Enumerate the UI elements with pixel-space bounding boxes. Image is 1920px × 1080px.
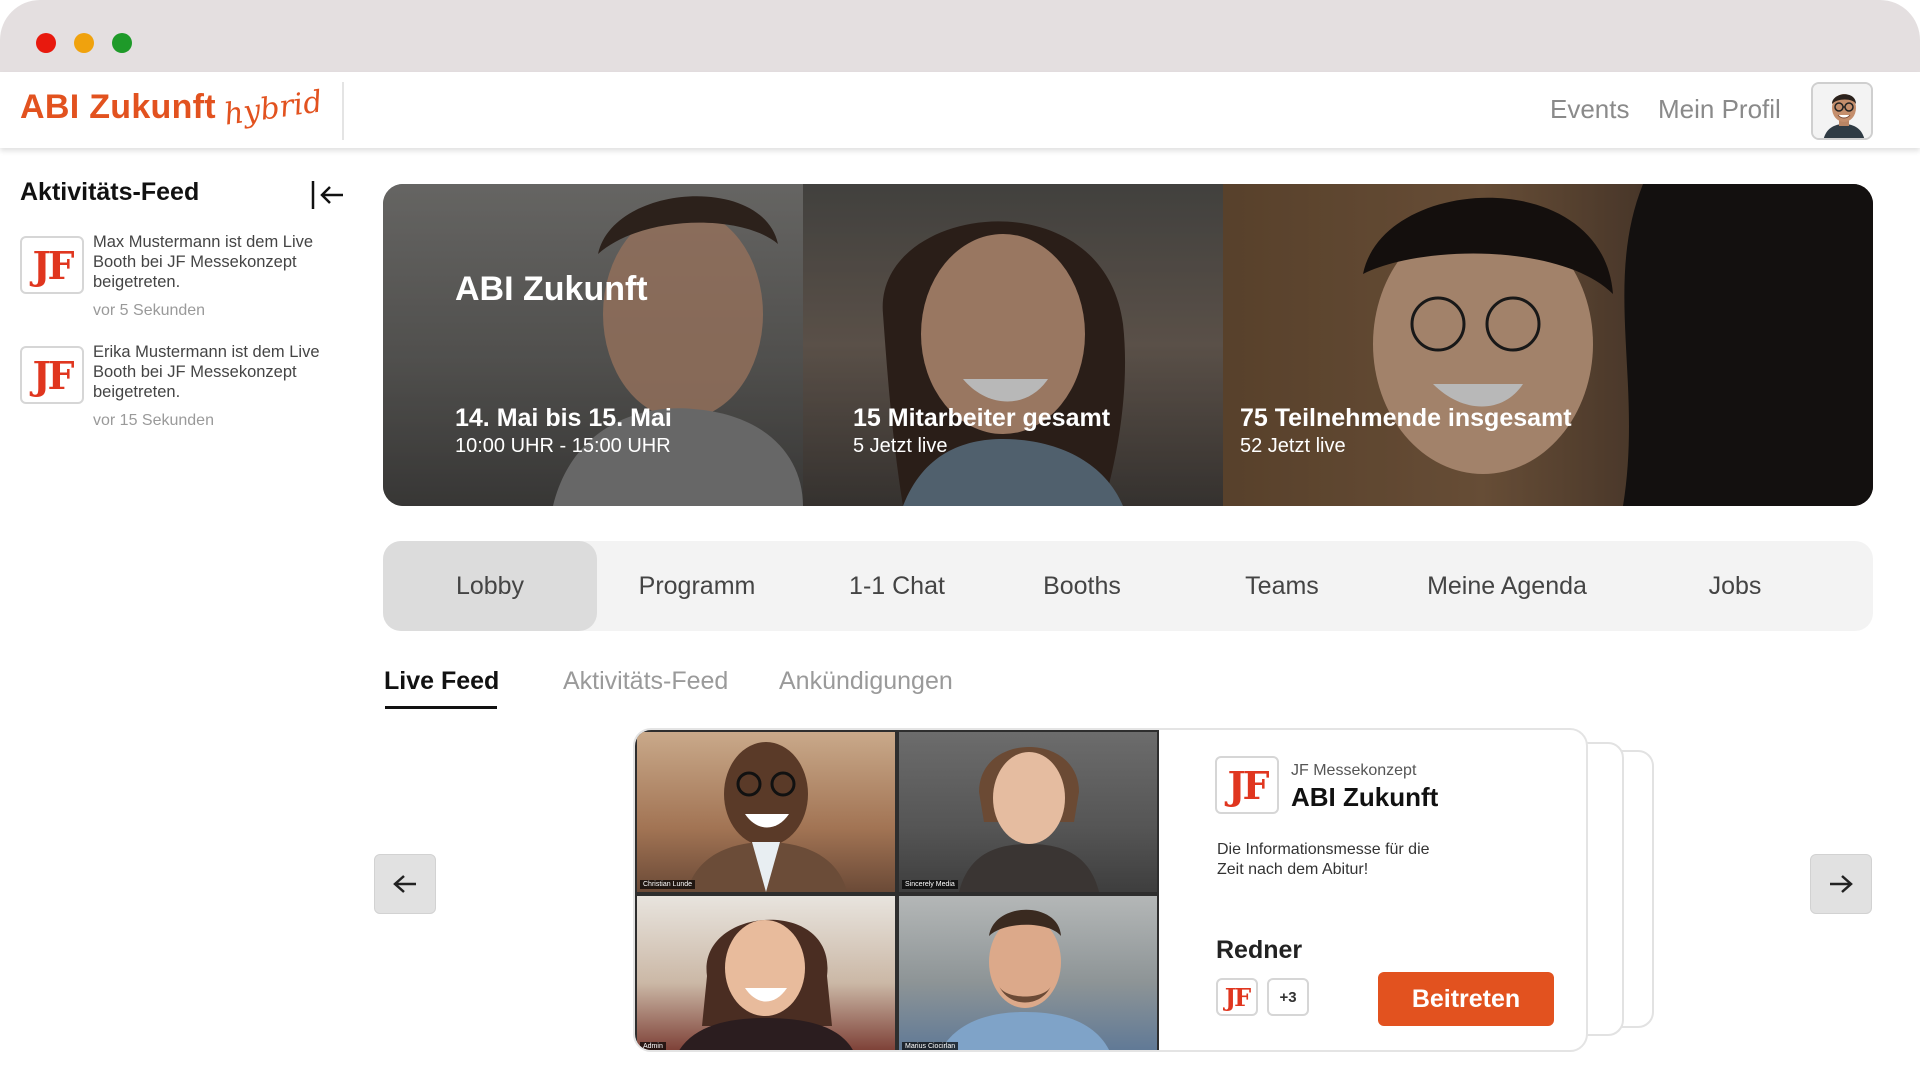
- feed-item[interactable]: JF Erika Mustermann ist dem Live Booth b…: [20, 343, 340, 436]
- collapse-sidebar-button[interactable]: [310, 178, 346, 212]
- banner-title: ABI Zukunft: [455, 270, 648, 308]
- feed-item-text: Erika Mustermann ist dem Live Booth bei …: [93, 343, 320, 401]
- logo-main-text: ABI Zukunft: [20, 88, 216, 126]
- window-titlebar: [0, 0, 1920, 72]
- sidebar-title: Aktivitäts-Feed: [20, 178, 200, 206]
- window-maximize-button[interactable]: [112, 33, 132, 53]
- carousel-prev-button[interactable]: [374, 854, 436, 914]
- tab-meine-agenda[interactable]: Meine Agenda: [1397, 541, 1617, 631]
- event-description: Die Informationsmesse für die Zeit nach …: [1217, 841, 1430, 878]
- tab-chat[interactable]: 1-1 Chat: [797, 541, 997, 631]
- user-avatar-icon: [1813, 84, 1871, 138]
- collapse-left-icon: [311, 181, 343, 209]
- live-session-card[interactable]: Christian Lunde Sincerely Media Admin Ma…: [633, 728, 1588, 1052]
- carousel-next-button[interactable]: [1810, 854, 1872, 914]
- arrow-right-icon: [1830, 875, 1853, 893]
- subtab-live-feed[interactable]: Live Feed: [384, 667, 499, 696]
- subtab-ankuendigungen[interactable]: Ankündigungen: [779, 667, 953, 696]
- event-name: ABI Zukunft: [1291, 782, 1439, 812]
- join-button[interactable]: Beitreten: [1378, 972, 1554, 1026]
- logo-sub-text: hybrid: [221, 84, 325, 133]
- jf-logo-icon: JF: [1215, 756, 1279, 814]
- tab-teams[interactable]: Teams: [1167, 541, 1397, 631]
- session-info: JF JF Messekonzept ABI Zukunft Die Infor…: [1159, 730, 1586, 1050]
- jf-logo-icon: JF: [20, 346, 84, 404]
- video-tile: Sincerely Media: [899, 732, 1157, 892]
- video-tile: Christian Lunde: [637, 732, 895, 892]
- nav-events-link[interactable]: Events: [1550, 94, 1630, 125]
- tab-programm[interactable]: Programm: [597, 541, 797, 631]
- tab-lobby[interactable]: Lobby: [383, 541, 597, 631]
- banner-stat-staff: 15 Mitarbeiter gesamt 5 Jetzt live: [853, 404, 1111, 457]
- user-avatar[interactable]: [1811, 82, 1873, 140]
- feed-item-time: vor 15 Sekunden: [93, 412, 214, 429]
- video-tile-name: Marius Ciocirlan: [902, 1042, 959, 1050]
- app-logo[interactable]: ABI Zukunft hybrid: [20, 84, 325, 132]
- speakers-title: Redner: [1216, 936, 1303, 964]
- video-tile-name: Sincerely Media: [902, 880, 958, 889]
- organizer-name: JF Messekonzept: [1291, 762, 1417, 779]
- speaker-avatar[interactable]: JF: [1216, 978, 1258, 1016]
- feed-item-text: Max Mustermann ist dem Live Booth bei JF…: [93, 233, 314, 291]
- nav-profile-link[interactable]: Mein Profil: [1658, 94, 1781, 125]
- window-close-button[interactable]: [36, 33, 56, 53]
- subtab-aktivitaets-feed[interactable]: Aktivitäts-Feed: [563, 667, 728, 696]
- window-minimize-button[interactable]: [74, 33, 94, 53]
- video-tile-name: Christian Lunde: [640, 880, 696, 889]
- header-divider: [342, 82, 344, 140]
- banner-stat-participants: 75 Teilnehmende insgesamt 52 Jetzt live: [1240, 404, 1572, 457]
- tab-booths[interactable]: Booths: [997, 541, 1167, 631]
- main-tabs: Lobby Programm 1-1 Chat Booths Teams Mei…: [383, 541, 1873, 631]
- tab-jobs[interactable]: Jobs: [1617, 541, 1853, 631]
- subtab-active-indicator: [385, 706, 497, 709]
- video-tile-name: Admin: [640, 1042, 666, 1050]
- video-tile: Marius Ciocirlan: [899, 896, 1157, 1050]
- video-grid: Christian Lunde Sincerely Media Admin Ma…: [635, 730, 1159, 1050]
- feed-item[interactable]: JF Max Mustermann ist dem Live Booth bei…: [20, 233, 340, 326]
- banner-stat-date: 14. Mai bis 15. Mai 10:00 UHR - 15:00 UH…: [455, 404, 672, 457]
- more-speakers-badge[interactable]: +3: [1267, 978, 1309, 1016]
- feed-item-time: vor 5 Sekunden: [93, 302, 206, 319]
- event-banner: ABI Zukunft 14. Mai bis 15. Mai 10:00 UH…: [383, 184, 1873, 506]
- jf-logo-icon: JF: [20, 236, 84, 294]
- arrow-left-icon: [393, 875, 416, 893]
- video-tile: Admin: [637, 896, 895, 1050]
- app-header: ABI Zukunft hybrid Events Mein Profil: [0, 72, 1920, 148]
